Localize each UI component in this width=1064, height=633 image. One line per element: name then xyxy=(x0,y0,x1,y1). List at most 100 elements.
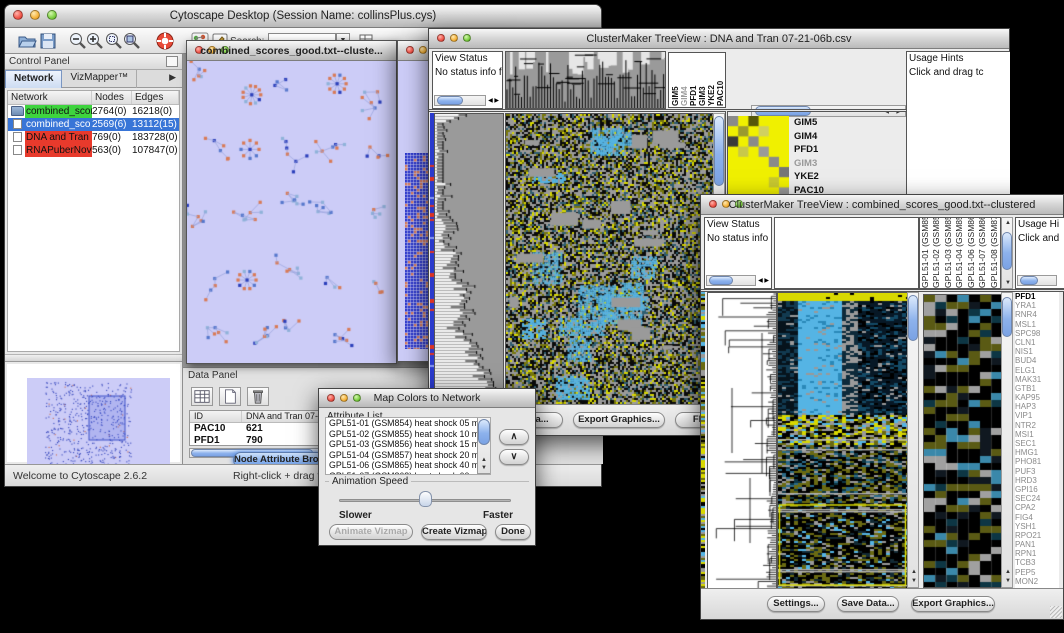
tv2-status-hscroll[interactable] xyxy=(706,275,756,286)
tv1-export-graphics-button[interactable]: Export Graphics... xyxy=(573,412,665,428)
gene-label[interactable]: PAN1 xyxy=(1015,540,1059,549)
gene-label[interactable]: MON2 xyxy=(1015,577,1059,586)
gene-label[interactable]: PEP5 xyxy=(1015,568,1059,577)
create-vizmap-button[interactable]: Create Vizmap xyxy=(421,524,487,540)
network-row[interactable]: DNA and Tran 07 769(0) 183728(0) xyxy=(8,131,179,144)
gene-label[interactable]: HRD3 xyxy=(1015,476,1059,485)
tv2-status-line1: View Status xyxy=(705,218,771,232)
gene-label[interactable]: RPN1 xyxy=(1015,549,1059,558)
gene-label[interactable]: PFD1 xyxy=(1015,292,1059,301)
tv2-collabel-vscroll[interactable]: ▲▼ xyxy=(1001,217,1013,289)
gene-label[interactable]: TCB3 xyxy=(1015,558,1059,567)
gene-label[interactable]: BUD4 xyxy=(1015,356,1059,365)
gene-label[interactable]: KAP95 xyxy=(1015,393,1059,402)
col-nodes[interactable]: Nodes xyxy=(92,91,132,104)
help-icon[interactable] xyxy=(155,31,175,51)
dialog-titlebar[interactable]: Map Colors to Network xyxy=(319,389,535,408)
gene-label[interactable]: YSH1 xyxy=(1015,522,1059,531)
gene-label[interactable]: PUF3 xyxy=(1015,467,1059,476)
gene-label[interactable]: NIS1 xyxy=(1015,347,1059,356)
tab-network[interactable]: Network xyxy=(5,70,62,88)
network-view-titlebar[interactable]: combined_scores_good.txt--cluste... xyxy=(187,41,396,61)
gene-label[interactable]: HMG1 xyxy=(1015,448,1059,457)
minimize-button[interactable] xyxy=(419,46,427,54)
col-network[interactable]: Network xyxy=(8,91,92,104)
attribute-item[interactable]: GPL51-03 (GSM856) heat shock 15 min xyxy=(326,439,477,450)
speed-slider-thumb[interactable] xyxy=(419,491,432,507)
network-row[interactable]: combined_sco 2569(6) 13112(15) xyxy=(8,118,179,131)
new-attribute-icon[interactable] xyxy=(219,387,241,406)
tv2-hints-hscroll[interactable] xyxy=(1017,275,1057,286)
tv2-heatmap-vscroll[interactable]: ▲▼ xyxy=(907,292,919,588)
save-icon[interactable] xyxy=(38,31,58,51)
tv2-titlebar[interactable]: ClusterMaker TreeView : combined_scores_… xyxy=(701,195,1063,215)
gene-label[interactable]: NTR2 xyxy=(1015,421,1059,430)
tv2-save-data-button[interactable]: Save Data... xyxy=(837,596,899,612)
tv1-titlebar[interactable]: ClusterMaker TreeView : DNA and Tran 07-… xyxy=(429,29,1009,49)
attribute-list-vscroll[interactable]: ▲▼ xyxy=(477,418,490,474)
tv1-row-dendrogram[interactable] xyxy=(434,113,504,407)
panel-splitter[interactable] xyxy=(5,354,182,362)
main-titlebar[interactable]: Cytoscape Desktop (Session Name: collins… xyxy=(5,5,601,28)
gene-label[interactable]: YRA1 xyxy=(1015,301,1059,310)
tv1-global-matrix[interactable] xyxy=(728,116,789,198)
attribute-item[interactable]: GPL51-07 (GSM868) heat shock 60 min xyxy=(326,471,477,475)
tv1-splitter-h[interactable] xyxy=(429,109,906,112)
gene-label[interactable]: GTB1 xyxy=(1015,384,1059,393)
float-panel-icon[interactable] xyxy=(166,56,178,67)
col-edges[interactable]: Edges xyxy=(132,91,179,104)
delete-attribute-icon[interactable] xyxy=(247,387,269,406)
gene-label[interactable]: MSI1 xyxy=(1015,430,1059,439)
attribute-item[interactable]: GPL51-01 (GSM854) heat shock 05 min xyxy=(326,418,477,429)
animate-vizmap-button[interactable]: Animate Vizmap xyxy=(329,524,413,540)
gene-label[interactable]: RNR4 xyxy=(1015,310,1059,319)
tab-vizmapper[interactable]: VizMapper™ xyxy=(62,70,137,88)
resize-grip[interactable] xyxy=(1050,606,1062,618)
zoom-fit-icon[interactable] xyxy=(122,31,142,51)
network-row[interactable]: RNAPuberNov2+ 563(0) 107847(0) xyxy=(8,144,179,157)
tv2-global-strip[interactable] xyxy=(701,292,705,588)
network-overview-canvas[interactable] xyxy=(27,378,170,468)
move-up-button[interactable]: ∧ xyxy=(499,429,529,445)
gene-label[interactable]: RPO21 xyxy=(1015,531,1059,540)
done-button[interactable]: Done xyxy=(495,524,531,540)
tv1-column-dendrogram[interactable] xyxy=(505,51,666,109)
tv2-gene-vscroll[interactable]: ▲▼ xyxy=(1001,292,1013,588)
gene-label[interactable]: GPI16 xyxy=(1015,485,1059,494)
tv2-export-graphics-button[interactable]: Export Graphics... xyxy=(911,596,995,612)
gene-label[interactable]: MAK31 xyxy=(1015,375,1059,384)
zoom-selected-icon[interactable] xyxy=(104,31,124,51)
tv1-heatmap[interactable] xyxy=(505,113,715,407)
network-row[interactable]: combined_scores 2764(0) 16218(0) xyxy=(8,105,179,118)
gene-label[interactable]: CPA2 xyxy=(1015,503,1059,512)
gene-label[interactable]: SEC1 xyxy=(1015,439,1059,448)
scroll-arrows-icon[interactable]: ◀ ▶ xyxy=(758,277,769,284)
gene-label[interactable]: ELG1 xyxy=(1015,366,1059,375)
open-file-icon[interactable] xyxy=(17,31,37,51)
zoom-in-icon[interactable] xyxy=(85,31,105,51)
tv2-zoom-panel[interactable] xyxy=(923,294,1003,588)
attribute-item[interactable]: GPL51-06 (GSM865) heat shock 40 min xyxy=(326,460,477,471)
close-button[interactable] xyxy=(406,46,414,54)
gene-label[interactable]: MSL1 xyxy=(1015,320,1059,329)
gene-label[interactable]: SEC24 xyxy=(1015,494,1059,503)
gene-label[interactable]: SPC98 xyxy=(1015,329,1059,338)
attribute-item[interactable]: GPL51-02 (GSM855) heat shock 10 min xyxy=(326,429,477,440)
attribute-table-icon[interactable] xyxy=(191,387,213,406)
tv2-settings-button[interactable]: Settings... xyxy=(767,596,825,612)
tv2-heatmap[interactable] xyxy=(777,292,909,590)
move-down-button[interactable]: ∨ xyxy=(499,449,529,465)
gene-label[interactable]: PHO81 xyxy=(1015,457,1059,466)
gene-label[interactable]: FIG4 xyxy=(1015,513,1059,522)
tab-overflow-icon[interactable]: ▶ xyxy=(163,70,182,87)
tv1-status-hscroll[interactable] xyxy=(434,95,486,106)
gene-label[interactable]: VIP1 xyxy=(1015,411,1059,420)
gene-label[interactable]: HAP3 xyxy=(1015,402,1059,411)
gene-label[interactable]: CLN1 xyxy=(1015,338,1059,347)
tv2-row-dendrogram[interactable] xyxy=(707,292,777,590)
col-id[interactable]: ID xyxy=(190,411,242,422)
tv2-column-dendrogram-area[interactable] xyxy=(774,217,919,289)
scroll-arrows-icon[interactable]: ◀ ▶ xyxy=(488,97,499,104)
network-canvas[interactable] xyxy=(187,61,396,363)
attribute-item[interactable]: GPL51-04 (GSM857) heat shock 20 min xyxy=(326,450,477,461)
